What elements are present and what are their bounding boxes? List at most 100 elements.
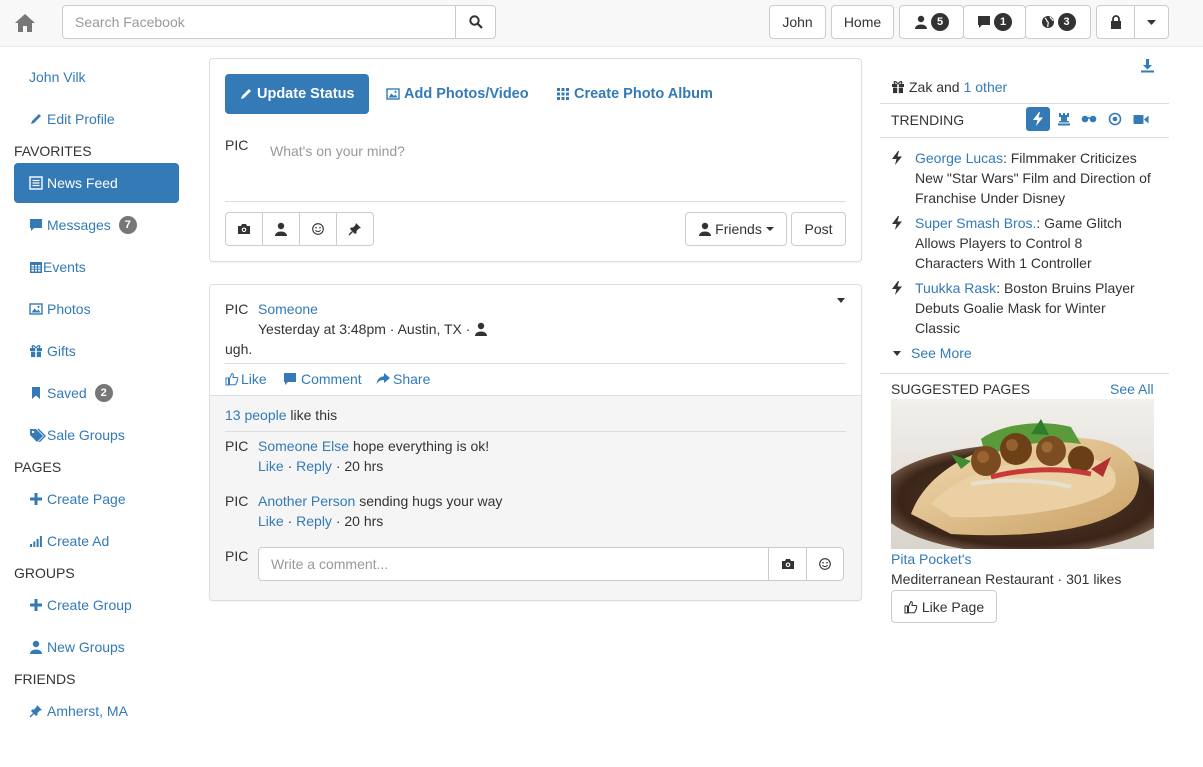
sidebar-item-edit-profile[interactable]: Edit Profile: [14, 99, 179, 139]
trending-tab-politics[interactable]: [1052, 107, 1076, 131]
download-icon[interactable]: [1140, 58, 1155, 73]
like-page-label: Like Page: [921, 598, 985, 615]
sidebar-item-create-ad[interactable]: Create Ad: [14, 521, 179, 561]
sidebar-item-saved[interactable]: Saved 2: [14, 373, 179, 413]
video-camera-icon: [1133, 114, 1149, 124]
comment-content: Someone Else hope everything is ok!: [258, 438, 489, 454]
messages-button[interactable]: 1: [963, 5, 1026, 39]
trending-item[interactable]: George Lucas: Filmmaker Criticizes New "…: [891, 148, 1153, 208]
trending-topic-link[interactable]: George Lucas: [915, 150, 1003, 166]
trending-tab-video[interactable]: [1129, 107, 1153, 131]
trending-item[interactable]: Tuukka Rask: Boston Bruins Player Debuts…: [891, 278, 1153, 338]
like-button[interactable]: Like: [225, 371, 267, 387]
home-button[interactable]: Home: [831, 5, 894, 39]
signal-icon: [30, 536, 42, 547]
tag-friends-button[interactable]: [262, 212, 300, 246]
messages-badge: 1: [994, 13, 1012, 31]
account-menu-button[interactable]: [1134, 5, 1169, 39]
post-author-link[interactable]: Someone: [258, 301, 318, 317]
sidebar-item-friends-location[interactable]: Amherst, MA: [14, 691, 179, 731]
user-icon: [915, 15, 927, 29]
audience-selector[interactable]: Friends: [685, 212, 787, 246]
lock-button[interactable]: [1096, 5, 1135, 39]
comment-icon: [284, 373, 296, 385]
sidebar-item-messages[interactable]: Messages 7: [14, 205, 179, 245]
likes-count-link[interactable]: 13 people: [225, 407, 287, 423]
comment-input[interactable]: Write a comment...: [259, 548, 768, 580]
suggested-page-image[interactable]: [891, 399, 1154, 549]
check-in-button[interactable]: [336, 212, 374, 246]
sidebar-item-create-page[interactable]: Create Page: [14, 479, 179, 519]
thumbs-up-icon: [904, 600, 918, 613]
bolt-icon: [892, 216, 902, 230]
create-ad-label: Create Ad: [47, 533, 110, 549]
tab-create-photo-album[interactable]: Create Photo Album: [542, 74, 727, 114]
top-navbar: John Home 5 1 3: [0, 0, 1203, 47]
composer-avatar: PIC: [225, 137, 249, 153]
tower-icon: [1058, 113, 1070, 126]
comment-icon: [978, 16, 990, 28]
friend-requests-button[interactable]: 5: [899, 5, 964, 39]
see-more-button[interactable]: See More: [893, 345, 972, 361]
birthday-other-link[interactable]: 1 other: [964, 79, 1008, 95]
comment-photo-button[interactable]: [768, 548, 806, 580]
suggested-page-meta: Mediterranean Restaurant · 301 likes: [891, 571, 1122, 587]
trending-tab-sports[interactable]: [1103, 107, 1127, 131]
trending-tab-entertainment[interactable]: [1077, 107, 1101, 131]
post-options-caret-icon[interactable]: [837, 298, 845, 303]
comment-reply-link[interactable]: Reply: [296, 458, 332, 474]
friend-requests-badge: 5: [931, 13, 949, 31]
create-album-label: Create Photo Album: [574, 86, 713, 102]
calendar-icon: [30, 262, 42, 273]
composer-divider: [225, 201, 846, 202]
user-profile-button[interactable]: John: [769, 5, 826, 39]
trending-topic-link[interactable]: Super Smash Bros.: [915, 215, 1036, 231]
sidebar-item-events[interactable]: Events: [14, 247, 179, 287]
trending-topic-link[interactable]: Tuukka Rask: [915, 280, 996, 296]
birthday-reminder: Zak and 1 other: [891, 79, 1007, 95]
camera-button[interactable]: [225, 212, 263, 246]
status-input[interactable]: What's on your mind?: [270, 143, 405, 159]
comment-reply-link[interactable]: Reply: [296, 513, 332, 529]
suggested-page-name[interactable]: Pita Pocket's: [891, 551, 972, 567]
comment-button[interactable]: Comment: [283, 371, 362, 387]
see-all-link[interactable]: See All: [1110, 381, 1154, 397]
thumbs-up-icon: [225, 372, 239, 386]
share-button[interactable]: Share: [376, 371, 430, 387]
update-status-label: Update Status: [257, 86, 355, 102]
likes-summary: 13 people like this: [225, 407, 337, 423]
post-meta-text: Yesterday at 3:48pm · Austin, TX ·: [258, 321, 471, 337]
search-button[interactable]: [455, 6, 495, 38]
comment-like-link[interactable]: Like: [258, 513, 284, 529]
comment-like-link[interactable]: Like: [258, 458, 284, 474]
tab-add-photos[interactable]: Add Photos/Video: [372, 74, 543, 114]
create-group-label: Create Group: [47, 597, 132, 613]
trending-tab-top[interactable]: [1026, 107, 1050, 131]
comment-author-link[interactable]: Someone Else: [258, 438, 349, 454]
comment-author-link[interactable]: Another Person: [258, 493, 355, 509]
sidebar-item-sale-groups[interactable]: Sale Groups: [14, 415, 179, 455]
sidebar-item-news-feed[interactable]: News Feed: [14, 163, 179, 203]
share-icon: [376, 373, 390, 385]
sidebar-item-create-group[interactable]: Create Group: [14, 585, 179, 625]
list-icon: [29, 176, 43, 190]
tags-icon: [30, 428, 46, 442]
picture-icon: [29, 303, 43, 315]
search-input[interactable]: [63, 6, 455, 38]
home-icon[interactable]: [14, 12, 36, 34]
messages-count-badge: 7: [118, 216, 137, 234]
post-button[interactable]: Post: [791, 212, 846, 246]
sidebar-profile-name[interactable]: John Vilk: [14, 57, 179, 97]
tab-update-status[interactable]: Update Status: [225, 74, 369, 114]
feeling-button[interactable]: [299, 212, 337, 246]
trending-item[interactable]: Super Smash Bros.: Game Glitch Allows Pl…: [891, 213, 1153, 273]
add-photos-label: Add Photos/Video: [404, 86, 529, 102]
sidebar-item-new-groups[interactable]: New Groups: [14, 627, 179, 667]
sidebar-item-photos[interactable]: Photos: [14, 289, 179, 329]
home-label: Home: [843, 14, 882, 30]
sidebar-item-gifts[interactable]: Gifts: [14, 331, 179, 371]
separator: ·: [335, 458, 341, 474]
comment-emoji-button[interactable]: [806, 548, 843, 580]
like-page-button[interactable]: Like Page: [891, 590, 997, 623]
notifications-button[interactable]: 3: [1025, 5, 1091, 39]
